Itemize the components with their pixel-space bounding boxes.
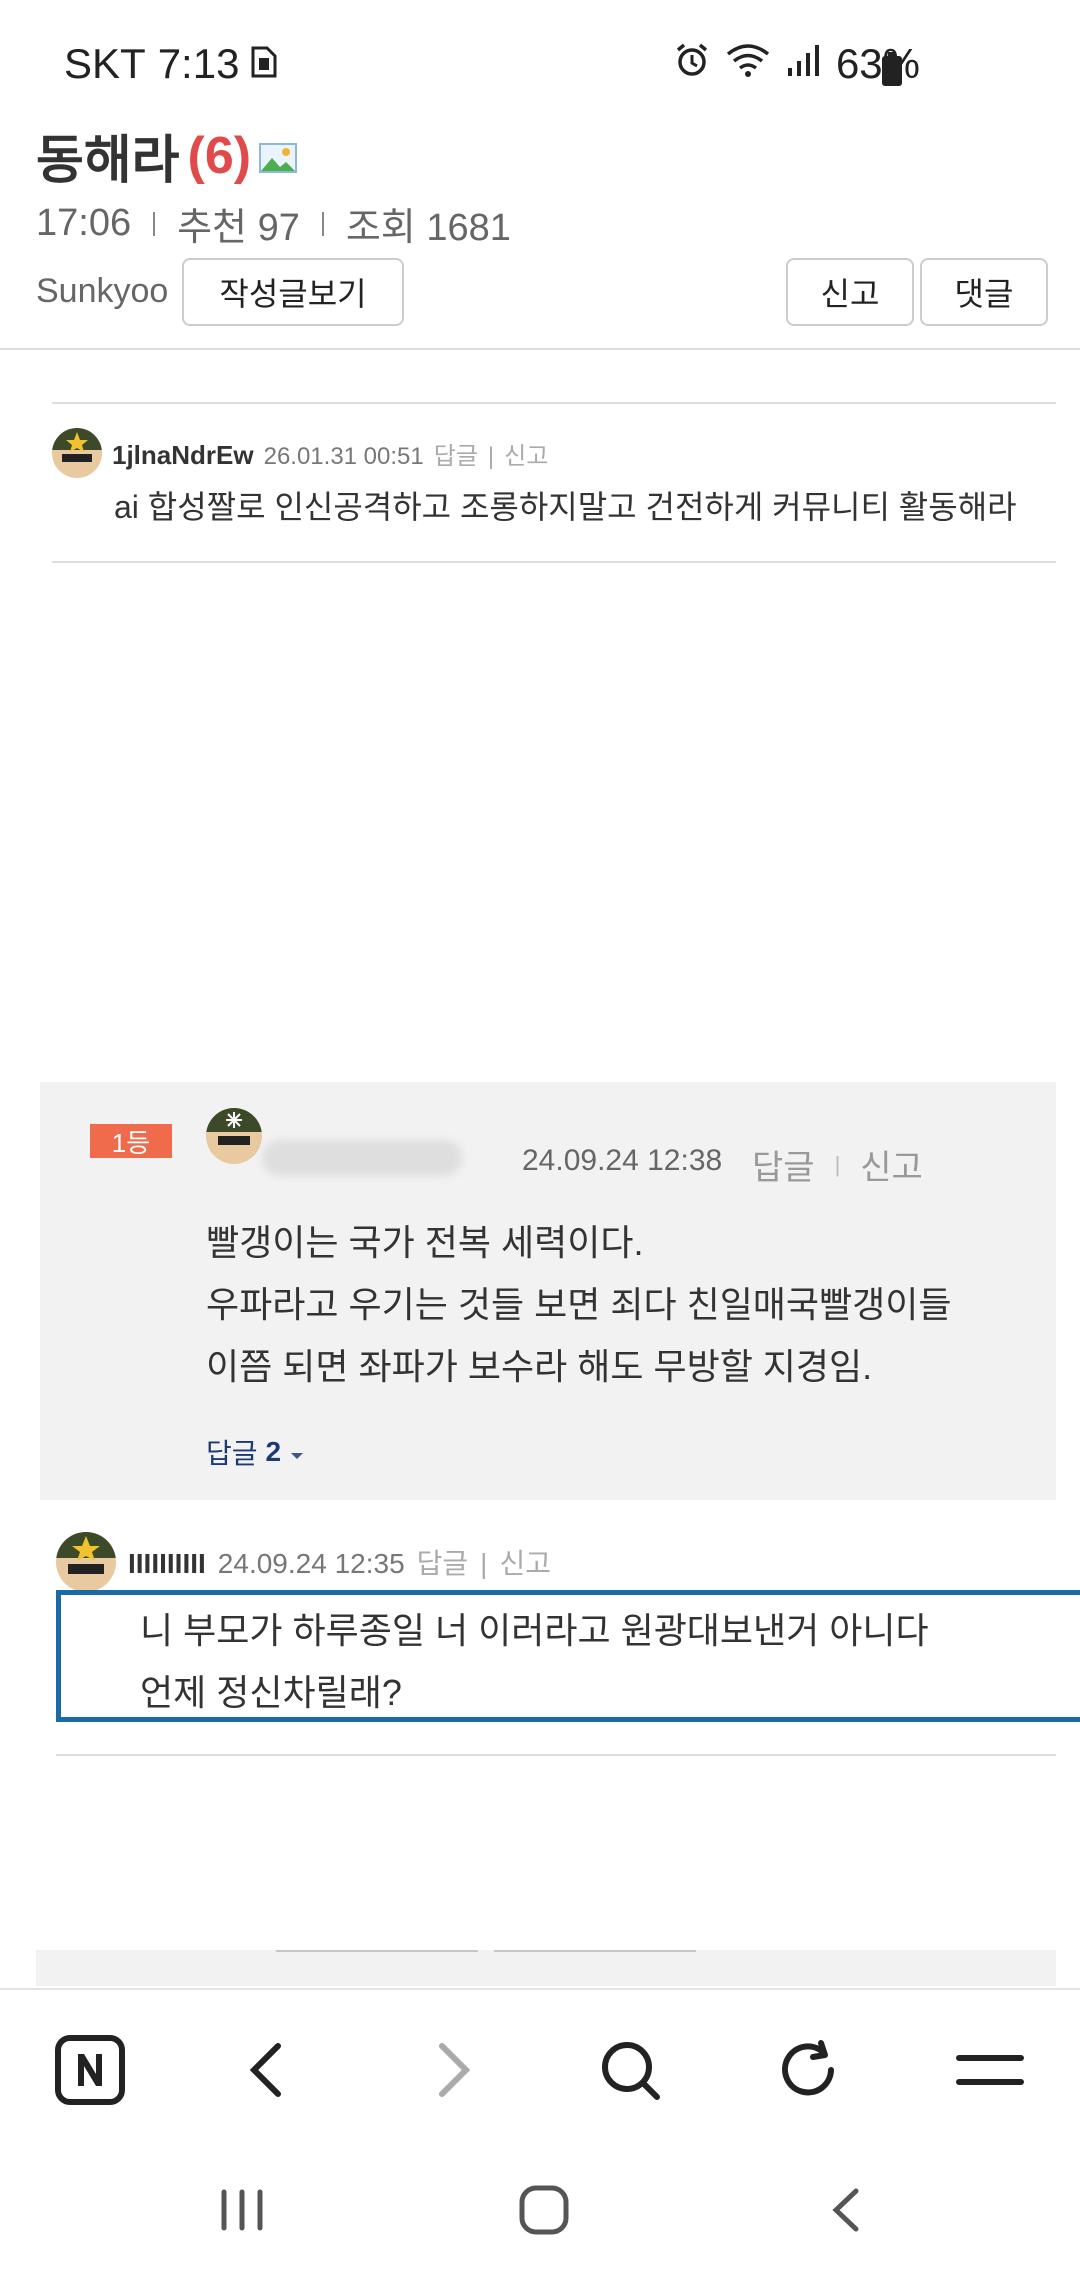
signal-icon [786,40,822,88]
forward-icon[interactable] [402,2020,502,2120]
back-icon[interactable] [218,2020,318,2120]
comment-reply-link[interactable]: 답글 [417,1542,469,1582]
naver-home-icon[interactable] [40,2020,140,2120]
caret-down-icon [289,1436,305,1468]
reply-count-number: 2 [265,1436,282,1467]
refresh-icon[interactable] [758,2020,858,2120]
comment-author[interactable]: IIIIIIIIII [128,1548,206,1580]
home-icon[interactable] [494,2160,594,2260]
divider: | [834,1151,841,1177]
blurred-username [262,1140,462,1176]
comment-report-link[interactable]: 신고 [499,1542,551,1582]
post-title: 동해라 (6) [36,118,298,193]
post-time: 17:06 [36,202,132,244]
comment-header: 1jlnaNdrEw 26.01.31 00:51 답글 | 신고 [112,436,548,471]
divider [52,402,1056,404]
comment-line: 니 부모가 하루종일 너 이러라고 원광대보낸거 아니다 [140,1610,929,1651]
sim-card-icon [251,40,277,88]
divider: | [487,443,495,470]
divider [56,1754,1056,1756]
recent-apps-icon[interactable] [192,2160,292,2260]
comment-report-link[interactable]: 신고 [504,436,548,471]
system-back-icon[interactable] [796,2160,896,2260]
comment-text: ai 합성짤로 인신공격하고 조롱하지말고 건전하게 커뮤니티 활동해라 [114,489,1017,525]
battery-label: 63% [835,40,920,87]
comment-header: IIIIIIIIII 24.09.24 12:35 답글 | 신고 [128,1542,551,1582]
battery-icon [882,52,902,86]
comment-reply-link[interactable]: 답글 [434,436,478,471]
post-recommend: 추천 97 [177,207,300,249]
post-views: 조회 1681 [345,207,511,249]
comment-button[interactable]: 댓글 [920,258,1048,326]
status-bar-left: SKT 7:13 [64,40,277,88]
search-icon[interactable] [580,2020,680,2120]
divider [52,561,1056,563]
divider [276,1950,478,1952]
comment-date: 24.09.24 12:38 [522,1144,723,1177]
post-title-text: 동해라 [36,132,180,190]
comment-line: 우파라고 우기는 것들 보면 죄다 친일매국빨갱이들 [206,1284,952,1325]
clock: 7:13 [157,40,240,87]
divider [153,211,156,236]
comment-line: 빨갱이는 국가 전복 세력이다. [206,1222,644,1263]
header-divider [0,348,1080,350]
comment-line: 언제 정신차릴래? [140,1672,402,1713]
comment-author[interactable]: 1jlnaNdrEw [112,440,254,471]
post-meta: 17:06 추천 97 조회 1681 [36,196,511,251]
toolbar-divider [0,1988,1080,1990]
divider: | [480,1548,488,1579]
comment-date: 24.09.24 12:35 [217,1548,405,1579]
partial-content [36,1950,1056,1986]
comment-reply-link[interactable]: 답글 [752,1140,815,1189]
report-button[interactable]: 신고 [786,258,914,326]
alarm-icon [674,40,710,88]
carrier-label: SKT [64,40,146,87]
comment-count[interactable]: (6) [188,126,252,186]
rank-badge: 1등 [90,1124,172,1158]
divider [494,1950,696,1952]
avatar [206,1108,262,1164]
reply-count-toggle[interactable]: 답글 2 [206,1432,305,1472]
menu-icon[interactable] [940,2020,1040,2120]
reply-count-label: 답글 [206,1438,258,1469]
image-attachment-icon [259,126,298,186]
author-name[interactable]: Sunkyoo [36,272,168,311]
view-posts-button[interactable]: 작성글보기 [182,258,404,326]
comment-actions: 답글 | 신고 [752,1140,923,1189]
wifi-icon [724,40,772,88]
avatar [52,428,102,478]
divider [321,211,324,236]
comment-report-link[interactable]: 신고 [860,1140,923,1189]
comment-date: 26.01.31 00:51 [263,443,424,470]
best-comment-text: 빨갱이는 국가 전복 세력이다. 우파라고 우기는 것들 보면 죄다 친일매국빨… [206,1212,952,1398]
comment-line: 이쯤 되면 좌파가 보수라 해도 무방할 지경임. [206,1346,873,1387]
avatar [56,1532,116,1592]
reply-comment-text: 니 부모가 하루종일 너 이러라고 원광대보낸거 아니다 언제 정신차릴래? [140,1600,929,1724]
